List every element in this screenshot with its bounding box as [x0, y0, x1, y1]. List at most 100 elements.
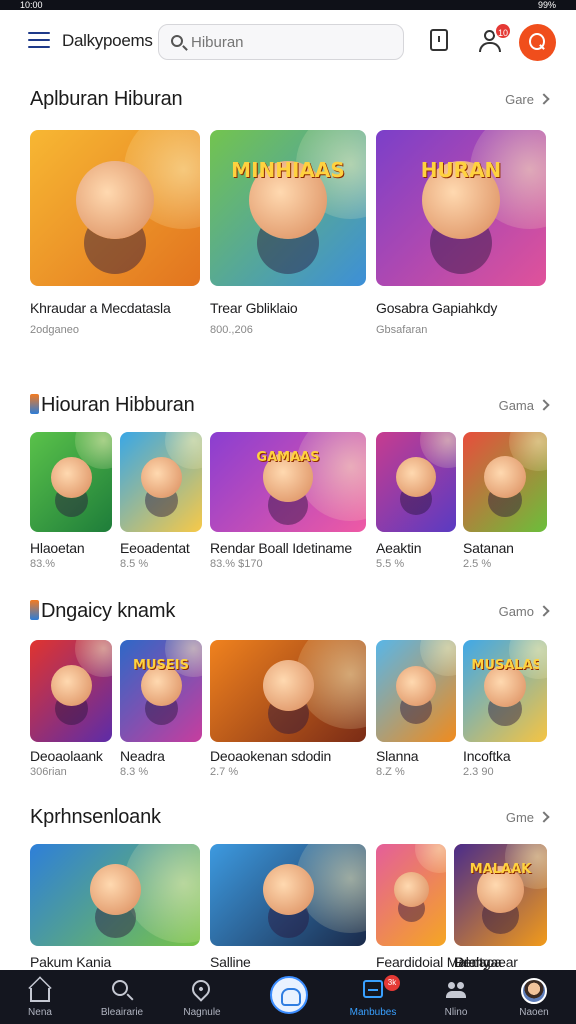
game-thumbnail [376, 640, 456, 742]
nav-label: Manbubes [349, 1007, 397, 1018]
search-input[interactable] [191, 31, 391, 53]
game-card[interactable]: Aeaktin 5.5 % [376, 432, 456, 574]
game-meta: 5.5 % [376, 558, 405, 570]
game-meta: 8.5 % [120, 558, 149, 570]
game-card[interactable]: Feardidoial Malaity [376, 844, 490, 988]
game-card[interactable]: Satanan 2.5 % [463, 432, 547, 574]
game-logo: MINHIAAS [231, 158, 345, 182]
section-title-text: Aplburan Hiburan [30, 88, 183, 110]
character-illustration [263, 660, 314, 711]
game-title: Slanna [376, 748, 419, 764]
status-battery: 99% [537, 0, 556, 10]
see-more-link[interactable]: Gamo [499, 604, 550, 619]
top-app-bar: Dalkypoems 10 [0, 10, 576, 74]
character-illustration [90, 864, 141, 915]
game-logo: HURAN [420, 158, 502, 182]
game-title: Trear Gbliklaio [210, 300, 298, 316]
see-more-link[interactable]: Gme [506, 810, 550, 825]
game-card[interactable]: MUSEIS Neadra 8.3 % [120, 640, 202, 782]
game-thumbnail: HURAN [376, 130, 546, 286]
nav-item-places[interactable]: Nagnule [166, 970, 238, 1024]
game-title: Khraudar a Mecdatasla [30, 300, 171, 316]
game-title: Pakum Kania [30, 954, 112, 970]
nav-item-home[interactable]: Nena [4, 970, 76, 1024]
see-more-link[interactable]: Gare [505, 92, 550, 107]
game-card[interactable]: Hlaoetan 83.% [30, 432, 112, 574]
game-meta: 2.7 % [210, 766, 239, 778]
profile-icon [529, 33, 545, 50]
chevron-right-icon [538, 811, 550, 823]
game-card[interactable]: Deoaokenan sdodin 2.7 % [210, 640, 366, 782]
game-meta: 8.Z % [376, 766, 405, 778]
see-more-link[interactable]: Gama [499, 398, 550, 413]
game-card[interactable]: MUSALAS Incoftka 2.3 90 [463, 640, 547, 782]
game-card[interactable]: Deoaolaank 306rian [30, 640, 112, 782]
character-illustration [484, 456, 526, 498]
game-card[interactable]: Slanna 8.Z % [376, 640, 456, 782]
game-meta: 83.% [30, 558, 56, 570]
game-card[interactable]: Pakum Kania [30, 844, 200, 988]
nav-item-search[interactable]: Bleairarie [86, 970, 158, 1024]
nav-item-people[interactable]: Nlino [420, 970, 492, 1024]
section-title-text: Kprhnsenloank [30, 806, 161, 828]
game-meta: 8.3 % [120, 766, 149, 778]
character-illustration [396, 666, 436, 706]
see-more-label: Gare [505, 92, 534, 107]
section-title: Hiouran Hibburan [30, 394, 195, 417]
game-thumbnail: MUSALAS [463, 640, 547, 742]
game-meta: 800.,206 [210, 324, 253, 336]
camera-icon[interactable] [270, 976, 308, 1014]
game-thumbnail [30, 432, 112, 532]
game-title: Satanan [463, 540, 514, 556]
section-marker-icon [30, 600, 39, 620]
character-illustration [394, 872, 429, 907]
home-icon [30, 988, 50, 1002]
section-title-text: Hiouran Hibburan [41, 394, 195, 416]
game-title: Neadra [120, 748, 165, 764]
character-illustration [396, 457, 436, 497]
app-brand: Dalkypoems [62, 31, 153, 50]
bottom-navigation: Nena Bleairarie Nagnule Manbubes 3k Nlin… [0, 970, 576, 1024]
bookmark-icon[interactable] [427, 28, 451, 54]
game-thumbnail [120, 432, 202, 532]
game-card[interactable]: Eeoadentat 8.5 % [120, 432, 202, 574]
search-icon [112, 980, 128, 996]
game-thumbnail: MALAAK [454, 844, 547, 946]
section-title: Kprhnsenloank [30, 806, 161, 829]
game-title: Deoaolaank [30, 748, 103, 764]
profile-button[interactable] [519, 24, 556, 61]
chevron-right-icon [538, 93, 550, 105]
people-icon [446, 980, 466, 1000]
avatar[interactable] [521, 978, 547, 1004]
game-title: Salline [210, 954, 251, 970]
character-illustration [141, 457, 182, 498]
game-card[interactable]: GAMAAS Rendar Boall Idetiname 83.% $170 [210, 432, 366, 574]
game-card[interactable]: Salline [210, 844, 366, 988]
section-title: Dngaicy knamk [30, 600, 175, 623]
game-thumbnail [376, 844, 446, 946]
nav-label: Nagnule [183, 1007, 221, 1018]
nav-label: Naoen [519, 1007, 549, 1018]
game-card[interactable]: Khraudar a Mecdatasla 2odganeo [30, 130, 200, 340]
character-illustration [76, 161, 154, 239]
game-meta: 83.% $170 [210, 558, 263, 570]
search-bar[interactable] [158, 24, 404, 60]
section-4: Kprhnsenloank Gme Pakum Kania Salline Feardi… [0, 806, 576, 990]
chevron-right-icon [538, 399, 550, 411]
game-thumbnail [210, 640, 366, 742]
game-logo: GAMAAS [256, 450, 320, 465]
game-title: Incoftka [463, 748, 511, 764]
status-time: 10:00 [20, 0, 43, 10]
game-meta: 2.3 90 [463, 766, 494, 778]
menu-icon[interactable] [28, 32, 50, 50]
nav-badge: 3k [384, 975, 400, 991]
game-thumbnail [30, 640, 112, 742]
game-card[interactable]: HURAN Gosabra Gapiahkdy Gbsafaran [376, 130, 546, 340]
section-marker-icon [30, 394, 39, 414]
game-title: Hlaoetan [30, 540, 85, 556]
game-thumbnail [210, 844, 366, 946]
game-card[interactable]: MALAAK Demgaear [454, 844, 547, 988]
section-title: Aplburan Hiburan [30, 88, 183, 111]
game-card[interactable]: MINHIAAS Trear Gbliklaio 800.,206 [210, 130, 366, 340]
game-title: Deoaokenan sdodin [210, 748, 332, 764]
